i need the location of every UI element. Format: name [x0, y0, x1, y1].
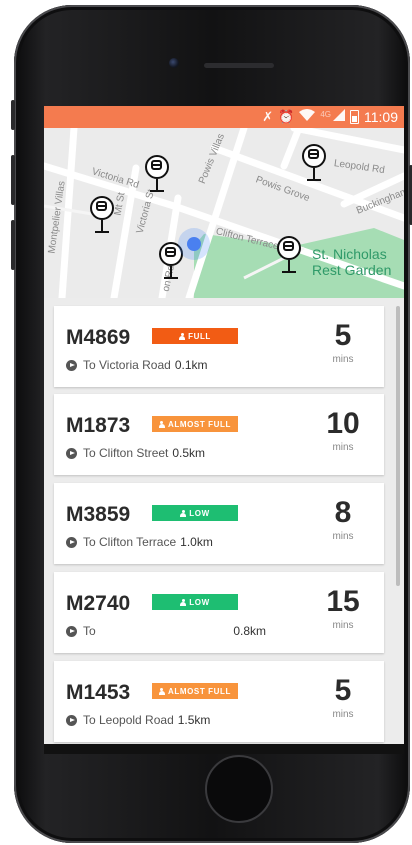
status-time: 11:09 [364, 109, 398, 125]
bus-stop-marker[interactable] [90, 196, 116, 236]
destination: To [83, 624, 96, 638]
map-view[interactable]: Victoria Rd Mt St Victoria St Powis Vill… [44, 128, 404, 298]
eta: 15 mins [318, 585, 368, 632]
distance: 1.5km [177, 713, 211, 727]
eta-unit: mins [332, 620, 354, 631]
destination-row: To 0.8km [66, 624, 266, 638]
destination: To Clifton Street [83, 446, 169, 460]
person-icon [179, 332, 186, 340]
home-button[interactable] [205, 755, 273, 823]
destination-row: To Leopold Road 1.5km [66, 713, 210, 727]
eta-value: 15 [326, 585, 360, 618]
bus-list[interactable]: M4869 FULL To Victoria Road 0.1km 5 mins… [44, 298, 404, 754]
destination-row: To Clifton Street 0.5km [66, 446, 205, 460]
eta-unit: mins [332, 354, 354, 365]
capacity-badge: LOW [152, 594, 238, 610]
app-screen: ✗ ⏰ 4G 11:09 Victoria Rd Mt St Victoria … [44, 106, 404, 754]
route-number: M1873 [66, 414, 131, 437]
capacity-badge: LOW [152, 505, 238, 521]
eta: 8 mins [318, 496, 368, 543]
eta-unit: mins [332, 709, 354, 720]
eta: 10 mins [318, 407, 368, 454]
destination: To Leopold Road [83, 713, 174, 727]
destination: To Victoria Road [83, 358, 171, 372]
capacity-badge: FULL [152, 328, 238, 344]
list-scrollbar[interactable] [396, 306, 400, 586]
alarm-icon: ⏰ [278, 109, 295, 124]
bus-icon [308, 149, 319, 159]
capacity-badge: ALMOST FULL [152, 416, 238, 432]
volume-up-button [11, 155, 15, 205]
route-number: M4869 [66, 326, 131, 349]
bus-icon [165, 247, 176, 257]
direction-arrow-icon [66, 447, 77, 459]
bus-icon [283, 241, 294, 251]
volume-down-button [11, 220, 15, 270]
distance: 0.8km [233, 624, 266, 638]
mute-switch [11, 100, 15, 130]
bus-card[interactable]: M1873 ALMOST FULL To Clifton Street 0.5k… [54, 394, 384, 475]
bus-stop-marker[interactable] [277, 236, 303, 276]
front-camera [169, 58, 179, 68]
direction-arrow-icon [66, 536, 77, 548]
distance: 0.5km [172, 446, 206, 460]
network-type-label: 4G [320, 109, 331, 119]
park-label: St. Nicholas Rest Garden [312, 246, 392, 278]
person-icon [158, 420, 165, 428]
person-icon [180, 598, 187, 606]
person-icon [158, 687, 165, 695]
direction-arrow-icon [66, 625, 77, 637]
bus-card[interactable]: M3859 LOW To Clifton Terrace 1.0km 8 min… [54, 483, 384, 564]
battery-icon [350, 110, 359, 124]
route-number: M1453 [66, 681, 131, 704]
earpiece [204, 63, 274, 68]
eta-value: 8 [334, 496, 352, 529]
bus-card[interactable]: M4869 FULL To Victoria Road 0.1km 5 mins [54, 306, 384, 387]
eta-unit: mins [332, 531, 354, 542]
eta-value: 5 [334, 319, 352, 352]
distance: 1.0km [180, 535, 213, 549]
direction-arrow-icon [66, 714, 77, 726]
eta-value: 5 [334, 674, 352, 707]
bus-icon [96, 201, 107, 211]
destination-row: To Clifton Terrace 1.0km [66, 535, 213, 549]
eta: 5 mins [318, 674, 368, 721]
current-location-marker [178, 228, 210, 260]
eta: 5 mins [318, 319, 368, 366]
route-number: M3859 [66, 503, 131, 526]
eta-value: 10 [326, 407, 360, 440]
destination-row: To Victoria Road 0.1km [66, 358, 208, 372]
screen-bottom-edge [44, 744, 404, 754]
wifi-icon [299, 106, 316, 128]
bus-card[interactable]: M1453 ALMOST FULL To Leopold Road 1.5km … [54, 661, 384, 742]
destination: To Clifton Terrace [83, 535, 177, 549]
bus-stop-marker[interactable] [145, 155, 171, 195]
bus-card[interactable]: M2740 LOW To 0.8km 15 mins [54, 572, 384, 653]
status-bar: ✗ ⏰ 4G 11:09 [44, 106, 404, 128]
capacity-badge: ALMOST FULL [152, 683, 238, 699]
bluetooth-off-icon: ✗ [262, 109, 274, 124]
bus-stop-marker[interactable] [302, 144, 328, 184]
signal-icon [333, 106, 345, 128]
bus-icon [151, 160, 162, 170]
direction-arrow-icon [66, 359, 77, 371]
eta-unit: mins [332, 442, 354, 453]
person-icon [180, 509, 187, 517]
distance: 0.1km [174, 358, 208, 372]
route-number: M2740 [66, 592, 131, 615]
